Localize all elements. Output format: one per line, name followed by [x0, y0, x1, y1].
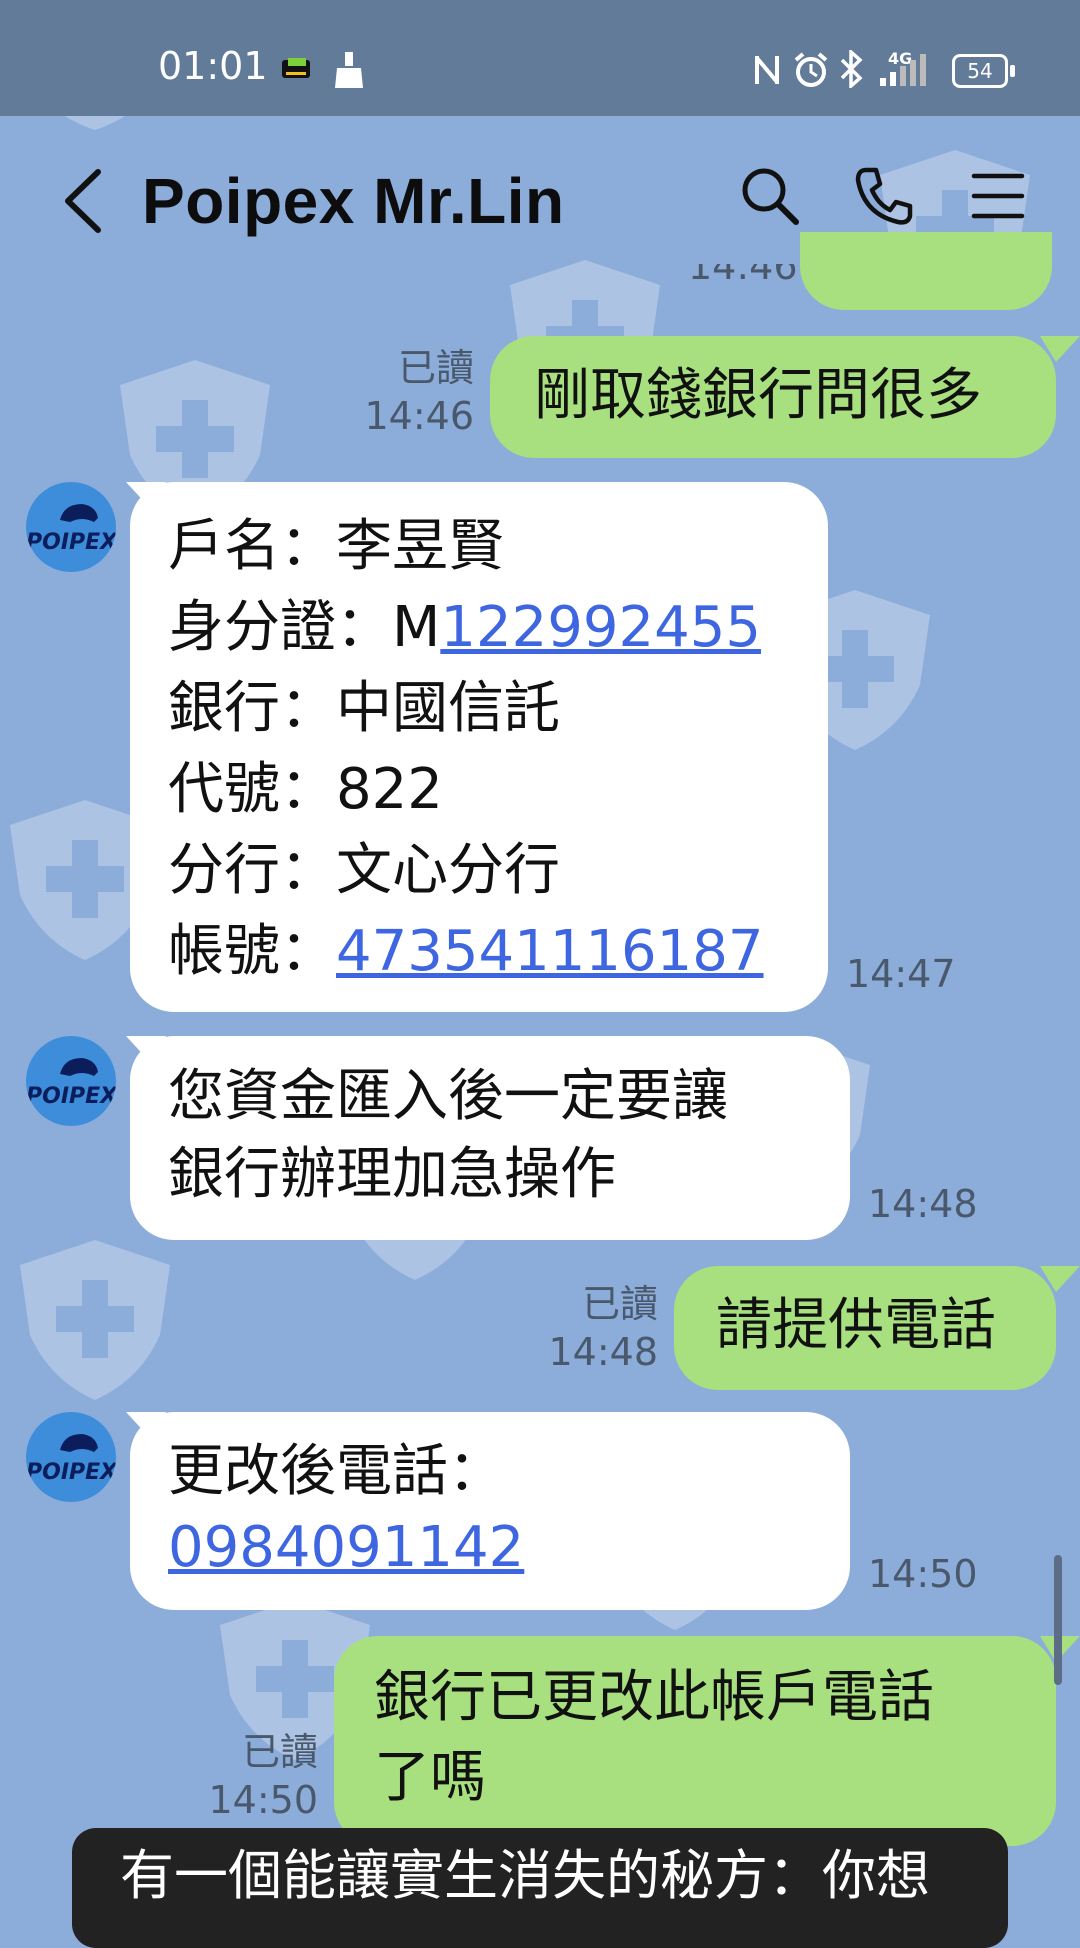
message-time: 14:48: [548, 1330, 658, 1374]
message-time: 14:50: [208, 1778, 318, 1822]
message-bubble-partial[interactable]: [800, 232, 1052, 310]
message-meta: 已讀 14:46: [340, 344, 474, 440]
menu-icon[interactable]: [966, 164, 1030, 228]
message-meta: 已讀 14:50: [180, 1728, 318, 1824]
phone-icon[interactable]: [852, 164, 916, 228]
message-meta: 已讀 14:48: [520, 1280, 658, 1376]
bank-code-line: 代號：822: [168, 757, 443, 822]
cleaner-icon: [335, 52, 363, 88]
message-bubble-incoming[interactable]: 您資金匯入後一定要讓 銀行辦理加急操作: [130, 1036, 850, 1240]
read-receipt: 已讀: [397, 346, 474, 390]
status-time: 01:01: [158, 44, 268, 88]
avatar-label: POIPEX: [26, 530, 116, 555]
back-icon[interactable]: [58, 166, 108, 236]
sim-icon: [282, 58, 310, 78]
account-number-line: 帳號：473541116187: [168, 919, 764, 984]
battery-level: 54: [967, 59, 993, 83]
avatar-label: POIPEX: [26, 1460, 116, 1485]
message-text: 請提供電話: [716, 1293, 996, 1358]
message-text-line: 銀行已更改此帳戶電話: [374, 1665, 934, 1730]
svg-text:4G: 4G: [888, 50, 912, 68]
account-number-link[interactable]: 473541116187: [336, 919, 764, 984]
read-receipt: 已讀: [581, 1282, 658, 1326]
toast-text: 有一個能讓實生消失的秘方：你想: [120, 1844, 930, 1907]
bluetooth-icon: [840, 50, 863, 88]
read-receipt: 已讀: [241, 1730, 318, 1774]
message-text: 剛取錢銀行問很多: [534, 363, 982, 428]
account-name-line: 戶名：李昱賢: [168, 514, 504, 579]
scrollbar[interactable]: [1054, 1555, 1062, 1685]
avatar-label: POIPEX: [26, 1084, 116, 1109]
message-bubble-outgoing[interactable]: 銀行已更改此帳戶電話 了嗎: [334, 1636, 1056, 1846]
search-icon[interactable]: [738, 164, 802, 228]
message-bubble-incoming[interactable]: 更改後電話： 0984091142: [130, 1412, 850, 1610]
message-time: 14:46: [364, 394, 474, 438]
message-bubble-outgoing[interactable]: 剛取錢銀行問很多: [490, 336, 1056, 458]
nfc-icon: [755, 56, 779, 84]
message-text-line: 銀行辦理加急操作: [168, 1142, 616, 1207]
id-number-line: 身分證：M122992455: [168, 595, 761, 660]
bubble-tail: [1040, 1266, 1080, 1292]
chat-title[interactable]: Poipex Mr.Lin: [142, 164, 565, 238]
message-bubble-incoming[interactable]: 戶名：李昱賢 身分證：M122992455 銀行：中國信託 代號：822 分行：…: [130, 482, 828, 1012]
message-text-line: 了嗎: [374, 1745, 486, 1810]
bank-line: 銀行：中國信託: [168, 676, 560, 741]
avatar[interactable]: POIPEX: [26, 482, 116, 572]
branch-line: 分行：文心分行: [168, 838, 560, 903]
battery-icon: 54: [952, 54, 1015, 88]
message-text-line: 您資金匯入後一定要讓: [168, 1064, 728, 1129]
bison-logo-icon: [60, 504, 98, 522]
message-time: 14:50: [868, 1552, 978, 1596]
avatar[interactable]: POIPEX: [26, 1036, 116, 1126]
bubble-tail: [1040, 336, 1080, 362]
alarm-icon: [794, 52, 828, 87]
message-time: 14:47: [846, 952, 956, 996]
avatar[interactable]: POIPEX: [26, 1412, 116, 1502]
watermark-shield-icon: [20, 1240, 170, 1400]
id-number-link[interactable]: 122992455: [440, 595, 761, 660]
message-time: 14:48: [868, 1182, 978, 1226]
message-bubble-outgoing[interactable]: 請提供電話: [674, 1266, 1056, 1390]
status-bar: 01:01 4G 54: [0, 0, 1080, 116]
bison-logo-icon: [60, 1058, 98, 1076]
phone-number-link[interactable]: 0984091142: [168, 1515, 524, 1580]
signal-icon: 4G: [880, 50, 926, 86]
toast-banner[interactable]: 有一個能讓實生消失的秘方：你想: [72, 1828, 1008, 1948]
bison-logo-icon: [60, 1434, 98, 1452]
message-text-line: 更改後電話：: [168, 1439, 504, 1504]
